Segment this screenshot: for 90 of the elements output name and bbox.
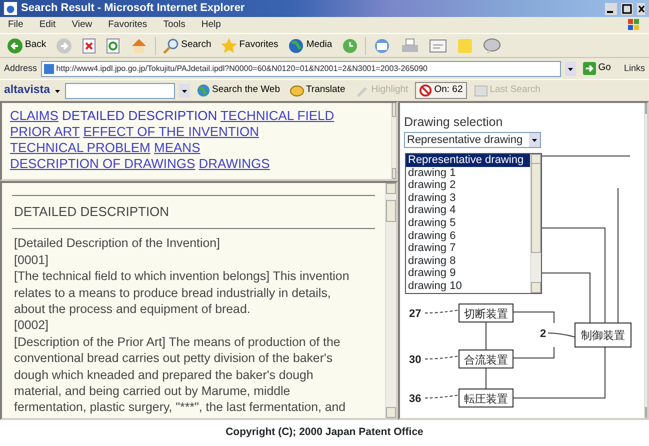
device-block: 切断装置 — [458, 303, 514, 322]
caret-icon[interactable] — [54, 88, 62, 94]
menu-item[interactable]: Help — [201, 18, 221, 32]
section-link[interactable]: EFFECT OF THE INVENTION — [83, 124, 259, 139]
section-link[interactable]: TECHNICAL FIELD — [220, 108, 334, 123]
house-icon — [130, 38, 148, 54]
section-link[interactable]: PRIOR ART — [10, 124, 80, 139]
device-block: 合流装置 — [458, 349, 514, 368]
section-link[interactable]: MEANS — [154, 140, 200, 155]
section-link[interactable]: DRAWINGS — [198, 156, 270, 171]
paragraph: [Description of the Prior Art] The means of production of the conventional bread carries out petty division of the baker's dough which kneaded and prepared the baker's dough material, and being carried out by Marume, middle fermentation, plastic surgery, "***", the last fermentation, and — [13, 334, 347, 416]
maximize-icon[interactable] — [621, 2, 633, 14]
toolbar-button[interactable]: Search — [160, 38, 214, 54]
menu-item[interactable]: View — [72, 18, 92, 32]
browser-icon — [4, 2, 17, 15]
reference-number: 30 — [409, 354, 422, 366]
address-label: Address — [4, 62, 38, 75]
page-icon — [474, 84, 488, 96]
envelope-icon — [373, 38, 392, 54]
go-button[interactable]: Go — [580, 61, 614, 76]
section-link[interactable]: TECHNICAL PROBLEM — [10, 140, 150, 155]
toolbar-button[interactable]: Translate — [286, 83, 348, 98]
scrollbar[interactable] — [644, 103, 647, 418]
list-option[interactable]: drawing 4 — [406, 204, 530, 217]
address-field[interactable]: http://www4.ipdl.jpo.go.jp/Tokujitu/PAJdetail.ipdl?N0000=60&N0120=01&N2001=2&N3001=2003-265090 — [41, 60, 562, 76]
list-option[interactable]: drawing 9 — [406, 267, 530, 280]
refresh-icon — [106, 38, 120, 54]
paragraph: [The technical field to which invention belongs] This invention relates to a means to produce bread industrially in details, about the process and equipment of bread. — [13, 268, 350, 318]
toolbar-button[interactable]: On: 62 — [415, 82, 467, 99]
toolbar-button[interactable]: Media — [285, 38, 336, 54]
altavista-logo: altavista — [4, 82, 50, 98]
scrollbar[interactable] — [385, 183, 396, 418]
links-label[interactable]: Links — [624, 62, 645, 76]
section-link[interactable]: CLAIMS — [10, 108, 58, 123]
globe-icon — [197, 84, 210, 97]
reference-number: 36 — [409, 392, 422, 405]
reference-number: 2 — [540, 328, 546, 340]
leader-line — [424, 355, 460, 360]
search-field[interactable] — [65, 82, 176, 98]
list-option[interactable]: Representative drawing — [406, 154, 530, 167]
bubble-icon — [290, 84, 304, 96]
menu-item[interactable]: Edit — [39, 18, 56, 32]
current-section: DETAILED DESCRIPTION — [62, 108, 218, 123]
printer-icon — [401, 38, 420, 54]
paragraph: [0002] — [13, 317, 50, 334]
window-title: Search Result - Microsoft Internet Explorer — [21, 1, 245, 16]
close-icon[interactable] — [637, 2, 645, 14]
menu-item[interactable]: File — [8, 18, 24, 32]
clock-icon — [342, 38, 358, 54]
stop-icon — [82, 38, 96, 54]
list-option[interactable]: drawing 10 — [406, 280, 530, 293]
menu-item[interactable]: Favorites — [108, 18, 148, 32]
reference-number: 27 — [409, 308, 422, 320]
leader-line — [548, 332, 576, 338]
blocked-icon — [419, 84, 432, 97]
list-option[interactable]: drawing 8 — [406, 254, 530, 268]
drawing-select[interactable]: Representative drawing — [404, 132, 541, 148]
menu-item[interactable]: Tools — [163, 18, 186, 32]
highlighter-icon — [355, 84, 370, 96]
toolbar-button[interactable]: Search the Web — [194, 83, 283, 98]
list-option[interactable]: drawing 1 — [406, 166, 530, 180]
paragraph: [0001] — [13, 252, 50, 268]
globe-icon — [288, 38, 304, 54]
section-link[interactable]: DESCRIPTION OF DRAWINGS — [10, 156, 196, 171]
scrollbar[interactable] — [391, 103, 396, 179]
list-option[interactable]: drawing 5 — [406, 216, 530, 230]
windows-logo-icon — [627, 18, 641, 32]
list-option[interactable]: drawing 3 — [406, 192, 530, 204]
list-option[interactable]: drawing 2 — [406, 179, 530, 192]
list-option[interactable]: drawing 7 — [406, 242, 530, 255]
minimize-icon[interactable] — [605, 2, 617, 14]
leader-line — [424, 394, 460, 398]
document-icon — [429, 38, 448, 54]
leader-line — [424, 309, 460, 314]
copyright-text: Copyright (C); 2000 Japan Patent Office — [226, 425, 424, 440]
speech-bubble-icon — [483, 38, 502, 54]
toolbar-button[interactable]: Back — [4, 38, 50, 54]
star-icon — [221, 38, 238, 54]
magnifier-icon — [163, 38, 180, 54]
controller-block: 制御装置 — [574, 322, 632, 348]
list-option[interactable]: drawing 6 — [406, 230, 530, 242]
drawing-selection-label: Drawing selection — [404, 114, 504, 131]
section-heading: DETAILED DESCRIPTION — [13, 203, 170, 221]
note-icon — [457, 38, 474, 54]
scrollbar[interactable] — [530, 154, 541, 293]
device-block: 転圧装置 — [458, 388, 514, 408]
page-icon — [44, 64, 54, 74]
toolbar-button[interactable]: Favorites — [218, 38, 282, 54]
go-arrow-icon — [583, 62, 596, 75]
paragraph: [Detailed Description of the Invention] — [13, 235, 221, 252]
